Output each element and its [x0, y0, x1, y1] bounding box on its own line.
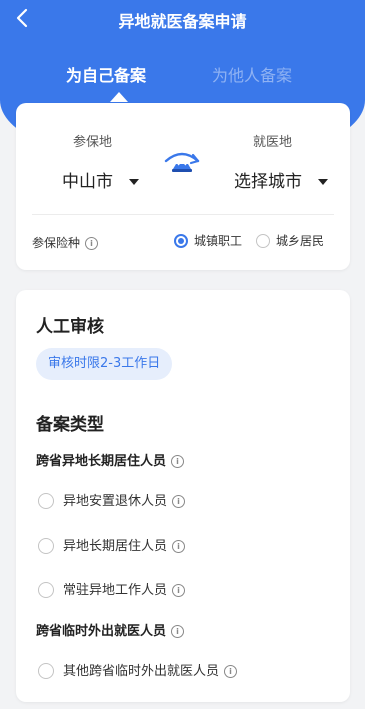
option-relocated-retiree[interactable]: 异地安置退休人员 i — [38, 490, 186, 510]
insured-place-select[interactable]: 中山市 — [62, 167, 139, 192]
option-label: 其他跨省临时外出就医人员 — [63, 664, 220, 679]
group-long-term-residence: 跨省异地长期居住人员 i — [36, 450, 185, 469]
insured-place-value: 中山市 — [62, 172, 113, 192]
info-icon[interactable]: i — [171, 625, 185, 638]
divider — [32, 214, 334, 215]
info-icon[interactable]: i — [171, 455, 185, 468]
radio-unchecked-icon — [38, 581, 54, 598]
info-icon[interactable]: i — [85, 237, 99, 250]
radio-label: 城镇职工 — [194, 234, 243, 248]
info-icon[interactable]: i — [172, 540, 186, 553]
manual-review-title: 人工审核 — [36, 317, 104, 337]
info-icon[interactable]: i — [224, 665, 238, 678]
group-title-text: 跨省临时外出就医人员 — [36, 624, 167, 639]
radio-urban-employee[interactable]: 城镇职工 — [174, 232, 242, 249]
treatment-place-label: 就医地 — [253, 135, 293, 150]
option-label: 常驻异地工作人员 — [63, 583, 168, 598]
option-resident-worker[interactable]: 常驻异地工作人员 i — [38, 579, 186, 599]
caret-down-icon — [129, 179, 139, 185]
location-card: 参保地 中山市 就医地 选择城市 参保险种 i 城镇职工 城乡居民 — [16, 103, 350, 270]
option-long-term-resident[interactable]: 异地长期居住人员 i — [38, 535, 186, 555]
radio-unchecked-icon — [38, 492, 54, 509]
top-bar: 异地就医备案申请 — [0, 0, 365, 36]
active-tab-indicator — [110, 92, 128, 102]
radio-checked-icon — [174, 233, 188, 248]
info-icon[interactable]: i — [172, 495, 186, 508]
review-time-badge: 审核时限2-3工作日 — [36, 348, 173, 380]
caret-down-icon — [318, 179, 328, 185]
radio-unchecked-icon — [38, 662, 54, 679]
insured-place-label: 参保地 — [73, 135, 113, 150]
group-title-text: 跨省异地长期居住人员 — [36, 454, 167, 469]
tab-self-filing[interactable]: 为自己备案 — [66, 62, 146, 86]
treatment-place-select[interactable]: 选择城市 — [234, 167, 328, 192]
option-other-temporary[interactable]: 其他跨省临时外出就医人员 i — [38, 660, 238, 680]
review-card: 人工审核 审核时限2-3工作日 备案类型 跨省异地长期居住人员 i 异地安置退休人… — [16, 290, 350, 702]
group-temporary-treatment: 跨省临时外出就医人员 i — [36, 620, 185, 639]
radio-label: 城乡居民 — [276, 234, 325, 248]
info-icon[interactable]: i — [172, 584, 186, 597]
radio-unchecked-icon — [256, 233, 270, 248]
treatment-place-value: 选择城市 — [234, 172, 302, 192]
option-label: 异地长期居住人员 — [63, 539, 168, 554]
tab-others-filing[interactable]: 为他人备案 — [212, 62, 292, 86]
filing-type-title: 备案类型 — [36, 415, 104, 435]
page-title: 异地就医备案申请 — [118, 12, 247, 31]
insurance-type-text: 参保险种 — [32, 236, 81, 250]
radio-urban-rural-resident[interactable]: 城乡居民 — [256, 232, 324, 249]
insurance-type-label: 参保险种 i — [32, 234, 99, 251]
radio-unchecked-icon — [38, 537, 54, 554]
swap-location-icon[interactable] — [162, 147, 202, 179]
option-label: 异地安置退休人员 — [63, 494, 168, 509]
